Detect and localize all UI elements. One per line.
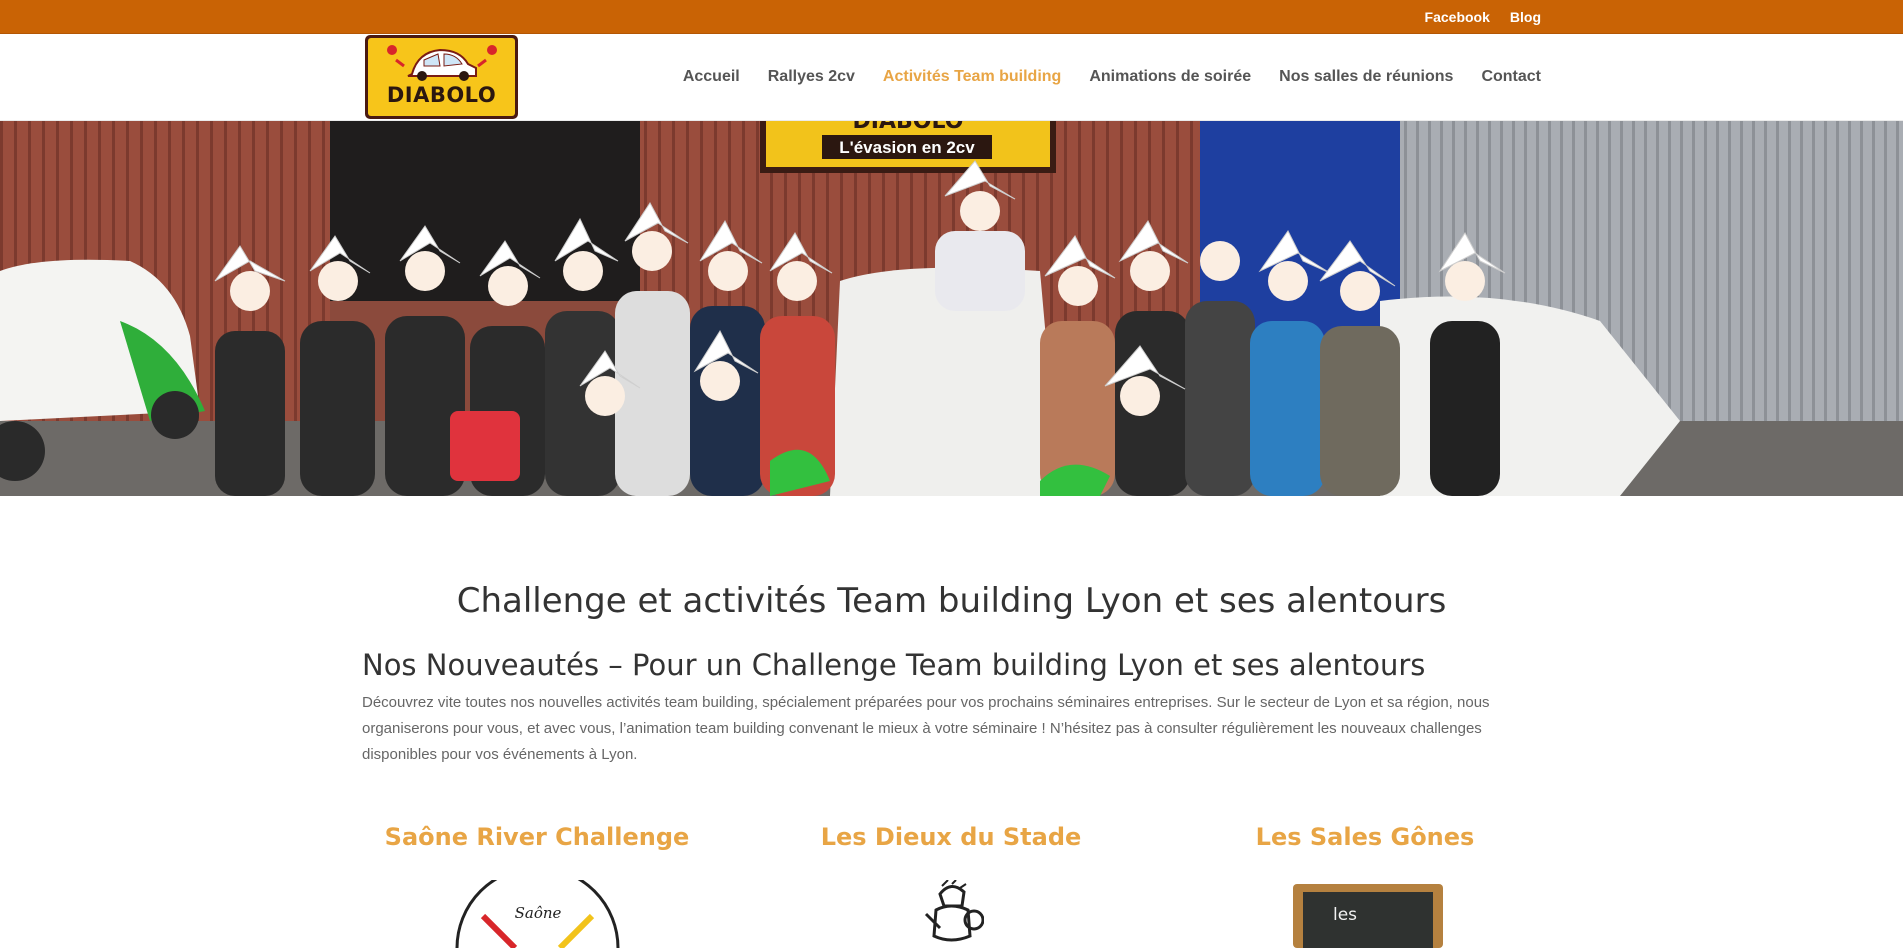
section-title: Nos Nouveautés – Pour un Challenge Team … bbox=[362, 648, 1426, 682]
saone-image-text: Saône bbox=[515, 904, 562, 922]
hero-group-photo: DIABOLO L'évasion en 2cv bbox=[0, 121, 1903, 496]
main-nav: Accueil Rallyes 2cv Activités Team build… bbox=[683, 68, 1541, 86]
intro-paragraph: Découvrez vite toutes nos nouvelles acti… bbox=[362, 694, 1490, 763]
nav-item-salles[interactable]: Nos salles de réunions bbox=[1279, 68, 1453, 86]
chalkboard-icon: les bbox=[1293, 884, 1443, 948]
blog-link[interactable]: Blog bbox=[1510, 9, 1541, 25]
dieux-du-stade-image[interactable] bbox=[918, 879, 985, 948]
nav-item-accueil[interactable]: Accueil bbox=[683, 68, 740, 86]
hero-sign-bottom: L'évasion en 2cv bbox=[839, 138, 975, 157]
column-title-saone[interactable]: Saône River Challenge bbox=[357, 823, 717, 851]
sales-gones-image[interactable]: les bbox=[1285, 880, 1450, 948]
column-title-dieux[interactable]: Les Dieux du Stade bbox=[771, 823, 1131, 851]
top-bar: Facebook Blog bbox=[0, 0, 1903, 34]
hero-banner: DIABOLO L'évasion en 2cv bbox=[0, 121, 1903, 496]
hero-sign-top: DIABOLO bbox=[853, 121, 964, 134]
column-title-sales-gones[interactable]: Les Sales Gônes bbox=[1185, 823, 1545, 851]
top-bar-links: Facebook Blog bbox=[1425, 9, 1541, 25]
logo-text: DIABOLO bbox=[386, 83, 497, 107]
site-header: DIABOLO Accueil Rallyes 2cv Activités Te… bbox=[0, 34, 1903, 120]
nav-item-animations[interactable]: Animations de soirée bbox=[1089, 68, 1251, 86]
logo[interactable]: DIABOLO bbox=[365, 35, 518, 119]
nav-item-contact[interactable]: Contact bbox=[1481, 68, 1541, 86]
page-title: Challenge et activités Team building Lyo… bbox=[456, 581, 1447, 621]
nav-item-team-building[interactable]: Activités Team building bbox=[883, 68, 1061, 86]
saone-paddles-icon: Saône bbox=[455, 866, 620, 948]
nav-item-rallyes[interactable]: Rallyes 2cv bbox=[768, 68, 855, 86]
facebook-link[interactable]: Facebook bbox=[1425, 9, 1490, 25]
logo-badge: DIABOLO bbox=[368, 38, 515, 116]
gladiator-icon bbox=[924, 879, 985, 942]
saone-challenge-image[interactable]: Saône bbox=[455, 866, 620, 948]
chalkboard-text: les bbox=[1333, 905, 1357, 925]
